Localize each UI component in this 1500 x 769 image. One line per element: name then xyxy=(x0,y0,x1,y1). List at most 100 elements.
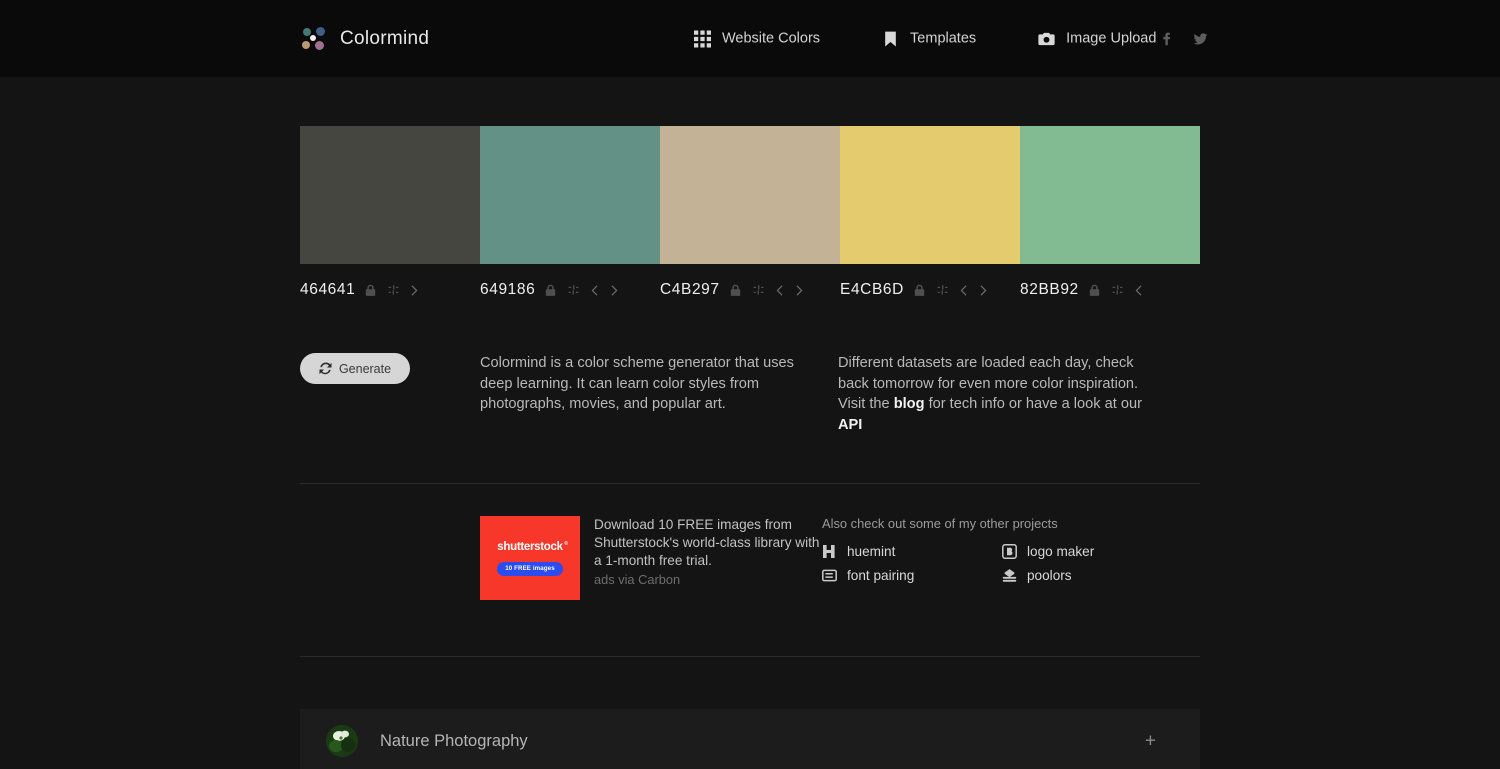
nature-thumbnail-image xyxy=(326,725,358,758)
palette-swatch[interactable] xyxy=(480,126,660,264)
shutterstock-wordmark: shutterstock ® xyxy=(497,540,568,553)
twitter-icon[interactable] xyxy=(1193,31,1208,46)
generate-column: Generate xyxy=(300,353,480,384)
info-row: Generate Colormind is a color scheme gen… xyxy=(300,353,1200,435)
chevron-left-icon[interactable] xyxy=(589,284,600,297)
chevron-left-icon[interactable] xyxy=(1133,284,1144,297)
shutterstock-badge: 10 FREE images xyxy=(497,561,563,576)
datasets-note: Different datasets are loaded each day, … xyxy=(838,353,1158,435)
nav-label-templates: Templates xyxy=(910,30,977,47)
palette-swatch-controls: 649186 xyxy=(480,281,660,299)
project-label: huemint xyxy=(847,544,896,560)
chevron-right-icon[interactable] xyxy=(609,284,620,297)
huemint-icon xyxy=(823,545,835,559)
swatch-hex-value[interactable]: 464641 xyxy=(300,281,355,299)
divider-bottom xyxy=(300,656,1200,658)
other-projects: Also check out some of my other projects… xyxy=(822,516,1200,600)
blog-link[interactable]: blog xyxy=(894,396,925,412)
project-link-logo-maker[interactable]: logo maker xyxy=(1002,544,1182,559)
grid-icon xyxy=(694,30,711,47)
palette-swatch[interactable] xyxy=(660,126,840,264)
main-nav: Website Colors Templates Image Upload xyxy=(694,30,1156,47)
project-label: font pairing xyxy=(847,568,915,584)
chevron-right-icon[interactable] xyxy=(409,284,420,297)
swatch-hex-value[interactable]: E4CB6D xyxy=(840,281,904,299)
generate-button-label: Generate xyxy=(338,361,392,376)
carbon-ad[interactable]: shutterstock ® 10 FREE images Download 10… xyxy=(480,516,822,601)
logo-dot-blue xyxy=(316,26,325,36)
datasets-note-part2: for tech info or have a look at our xyxy=(924,396,1142,413)
camera-icon xyxy=(1038,32,1055,45)
chevron-right-icon[interactable] xyxy=(794,284,805,297)
api-link[interactable]: API xyxy=(838,417,862,433)
ad-attribution[interactable]: ads via Carbon xyxy=(594,572,822,587)
sliders-icon[interactable] xyxy=(1111,284,1124,297)
project-label: poolors xyxy=(1027,568,1072,584)
site-header: Colormind Website Colors Templates Image… xyxy=(0,0,1500,77)
palette-controls: 464641 649186 C4B297 E4CB6D 82BB92 xyxy=(300,281,1200,299)
project-link-huemint[interactable]: huemint xyxy=(822,544,1002,559)
ads-and-projects-row: shutterstock ® 10 FREE images Download 10… xyxy=(300,516,1200,601)
nav-item-templates[interactable]: Templates xyxy=(882,30,976,47)
palette-swatch-controls: E4CB6D xyxy=(840,281,1020,299)
dataset-card: Nature Photography + xyxy=(300,709,1200,769)
social-links xyxy=(1159,31,1208,46)
palette-swatch-controls: 82BB92 xyxy=(1020,281,1200,299)
nav-label-image-upload: Image Upload xyxy=(1066,30,1157,47)
logo-dot-white xyxy=(310,34,316,41)
nav-item-image-upload[interactable]: Image Upload xyxy=(1038,30,1156,47)
shutterstock-ad-image[interactable]: shutterstock ® 10 FREE images xyxy=(480,516,580,601)
palette-swatch[interactable] xyxy=(840,126,1020,264)
font-pairing-icon xyxy=(822,570,837,582)
bookmark-icon xyxy=(885,31,896,46)
chevron-left-icon[interactable] xyxy=(774,284,785,297)
color-palette xyxy=(300,126,1200,264)
poolors-icon xyxy=(1002,569,1017,583)
chevron-right-icon[interactable] xyxy=(978,284,989,297)
ad-text[interactable]: Download 10 FREE images from Shutterstoc… xyxy=(594,517,819,568)
lock-icon[interactable] xyxy=(913,284,926,297)
other-projects-grid: huemint logo maker font pairing poolors xyxy=(822,544,1200,583)
swatch-hex-value[interactable]: 82BB92 xyxy=(1020,281,1079,299)
lock-icon[interactable] xyxy=(729,284,742,297)
divider-top xyxy=(300,483,1200,485)
other-projects-title: Also check out some of my other projects xyxy=(822,516,1058,532)
colormind-logo-icon xyxy=(301,26,327,52)
palette-swatch[interactable] xyxy=(1020,126,1200,264)
dataset-header[interactable]: Nature Photography + xyxy=(300,709,1200,769)
lock-icon[interactable] xyxy=(544,284,557,297)
dataset-name: Nature Photography xyxy=(380,731,528,750)
sliders-icon[interactable] xyxy=(752,284,765,297)
description-column: Colormind is a color scheme generator th… xyxy=(480,353,810,415)
shutterstock-brand-text: shutterstock xyxy=(497,540,563,553)
swatch-hex-value[interactable]: C4B297 xyxy=(660,281,720,299)
nav-item-website-colors[interactable]: Website Colors xyxy=(694,30,820,47)
logo-dot-tan xyxy=(302,40,310,49)
nature-thumbnail-icon xyxy=(326,725,358,758)
lock-icon[interactable] xyxy=(364,284,377,297)
chevron-left-icon[interactable] xyxy=(958,284,969,297)
palette-swatch[interactable] xyxy=(300,126,480,264)
lock-icon[interactable] xyxy=(1088,284,1101,297)
datasets-note-column: Different datasets are loaded each day, … xyxy=(838,353,1158,435)
app-description: Colormind is a color scheme generator th… xyxy=(480,355,794,413)
sliders-icon[interactable] xyxy=(567,284,580,297)
logo-maker-icon xyxy=(1002,544,1017,560)
generate-button[interactable]: Generate xyxy=(300,353,410,384)
sliders-icon[interactable] xyxy=(387,284,400,297)
brand-name: Colormind xyxy=(340,27,430,49)
project-link-font-pairing[interactable]: font pairing xyxy=(822,568,1002,583)
project-link-poolors[interactable]: poolors xyxy=(1002,568,1182,583)
logo-dot-pink xyxy=(315,40,324,50)
sliders-icon[interactable] xyxy=(936,284,949,297)
refresh-icon xyxy=(319,362,332,375)
nav-label-website-colors: Website Colors xyxy=(722,30,821,47)
palette-swatch-controls: C4B297 xyxy=(660,281,840,299)
ad-copy: Download 10 FREE images from Shutterstoc… xyxy=(594,516,822,600)
brand-logo[interactable]: Colormind xyxy=(301,26,429,52)
logo-dot-teal xyxy=(303,27,311,36)
facebook-icon[interactable] xyxy=(1159,31,1174,46)
palette-swatch-controls: 464641 xyxy=(300,281,480,299)
add-dataset-button[interactable]: + xyxy=(1145,732,1156,751)
swatch-hex-value[interactable]: 649186 xyxy=(480,281,535,299)
